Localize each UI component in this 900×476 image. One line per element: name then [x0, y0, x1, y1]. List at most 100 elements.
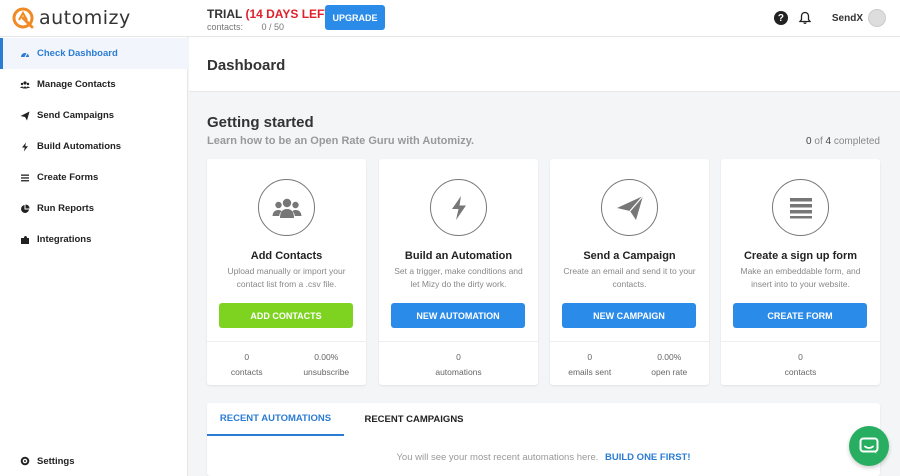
pie-chart-icon	[21, 204, 30, 213]
stat-label: contacts	[784, 367, 817, 377]
stat-label: unsubscribe	[303, 367, 350, 377]
sidebar-item-label: Run Reports	[37, 203, 94, 214]
sidebar-item-integrations[interactable]: Integrations	[0, 224, 188, 255]
progress-total: 4	[825, 136, 832, 147]
logo[interactable]: automizy	[12, 7, 131, 29]
stat-value: 0	[587, 352, 593, 362]
stat-label: automations	[435, 367, 482, 377]
card-create-form: Create a sign up form Make an embeddable…	[721, 159, 880, 385]
getting-started-title: Getting started	[207, 114, 314, 131]
trial-days-left: (14 DAYS LEFT)	[245, 7, 336, 21]
paper-plane-icon	[616, 195, 643, 220]
top-bar: automizy TRIAL (14 DAYS LEFT) contacts: …	[0, 0, 900, 37]
card-title: Create a sign up form	[743, 250, 858, 262]
stat-label: contacts	[230, 367, 263, 377]
card-stats: 0 automations	[379, 341, 538, 385]
trial-line: TRIAL (14 DAYS LEFT)	[207, 7, 336, 21]
tab-recent-automations[interactable]: RECENT AUTOMATIONS	[207, 403, 344, 436]
chat-button[interactable]	[849, 426, 889, 466]
sidebar-item-settings[interactable]: Settings	[0, 446, 188, 476]
sidebar-item-label: Build Automations	[37, 141, 122, 152]
card-title: Send a Campaign	[583, 250, 676, 262]
sidebar: Check Dashboard Manage Contacts Send Cam…	[0, 37, 188, 476]
question-circle-icon[interactable]: ?	[773, 11, 788, 25]
card-icon-circle	[430, 179, 487, 236]
card-title: Build an Automation	[404, 250, 513, 262]
sidebar-item-manage-contacts[interactable]: Manage Contacts	[0, 69, 188, 100]
stat-automations: 0 automations	[379, 342, 538, 385]
main-header: Dashboard	[189, 37, 900, 92]
progress-of: of	[814, 136, 823, 147]
progress-done: 0	[806, 136, 812, 147]
settings-label: Settings	[37, 455, 75, 467]
bolt-icon	[451, 195, 466, 220]
sidebar-item-label: Check Dashboard	[37, 48, 118, 59]
list-icon	[789, 197, 812, 218]
top-right-actions: ? SendX	[773, 9, 886, 27]
stat-emails-sent: 0 emails sent	[550, 342, 630, 385]
contacts-usage: contacts: 0 / 50	[207, 22, 336, 32]
card-stats: 0 contacts	[721, 341, 880, 385]
contacts-usage-count: 0 / 50	[261, 22, 285, 32]
card-icon-circle	[772, 179, 829, 236]
sidebar-item-run-reports[interactable]: Run Reports	[0, 193, 188, 224]
stat-value: 0	[244, 352, 250, 362]
page-title: Dashboard	[207, 57, 286, 74]
sidebar-item-send-campaigns[interactable]: Send Campaigns	[0, 100, 188, 131]
stat-contacts: 0 contacts	[207, 342, 287, 385]
user-name[interactable]: SendX	[832, 13, 863, 24]
logo-text: automizy	[39, 7, 131, 29]
add-contacts-button[interactable]: ADD CONTACTS	[219, 303, 353, 328]
stat-value: 0.00%	[657, 352, 682, 362]
create-form-button[interactable]: CREATE FORM	[733, 303, 867, 328]
stat-open-rate: 0.00% open rate	[630, 342, 710, 385]
stat-value: 0	[456, 352, 461, 362]
card-title: Add Contacts	[250, 250, 323, 262]
tab-recent-campaigns[interactable]: RECENT CAMPAIGNS	[344, 403, 484, 436]
contacts-usage-label: contacts:	[207, 22, 244, 32]
build-one-first-link[interactable]: BUILD ONE FIRST!	[605, 452, 691, 463]
bolt-icon	[22, 142, 28, 151]
new-campaign-button[interactable]: NEW CAMPAIGN	[562, 303, 696, 328]
stat-contacts: 0 contacts	[721, 342, 880, 385]
sidebar-item-check-dashboard[interactable]: Check Dashboard	[0, 38, 188, 69]
card-description: Upload manually or import your contact l…	[227, 266, 346, 289]
list-icon	[21, 174, 29, 181]
card-stats: 0 contacts 0.00% unsubscribe	[207, 341, 366, 385]
empty-state-message: You will see your most recent automation…	[207, 452, 880, 463]
getting-started-progress: 0 of 4 completed	[806, 136, 880, 147]
users-icon	[272, 198, 301, 218]
bell-icon[interactable]	[798, 11, 812, 25]
gear-icon	[20, 456, 30, 466]
trial-status: TRIAL (14 DAYS LEFT) contacts: 0 / 50	[207, 7, 336, 32]
sidebar-item-label: Create Forms	[37, 172, 99, 183]
upgrade-button[interactable]: UPGRADE	[325, 5, 385, 30]
card-icon-circle	[601, 179, 658, 236]
stat-label: emails sent	[568, 367, 612, 377]
card-send-campaign: Send a Campaign Create an email and send…	[550, 159, 709, 385]
stat-value: 0	[798, 352, 803, 362]
stat-label: open rate	[651, 367, 688, 377]
card-description: Set a trigger, make conditions and let M…	[394, 266, 523, 289]
automizy-logo-icon	[12, 7, 34, 29]
getting-started-subtitle: Learn how to be an Open Rate Guru with A…	[207, 135, 475, 147]
chat-icon	[859, 437, 879, 454]
avatar[interactable]	[868, 9, 886, 27]
card-description: Create an email and send it to your cont…	[563, 266, 696, 289]
card-stats: 0 emails sent 0.00% open rate	[550, 341, 709, 385]
puzzle-icon	[21, 235, 29, 244]
trial-label: TRIAL	[207, 7, 243, 21]
sidebar-item-label: Integrations	[37, 234, 92, 245]
progress-suffix: completed	[833, 136, 880, 147]
new-automation-button[interactable]: NEW AUTOMATION	[391, 303, 525, 328]
sidebar-item-build-automations[interactable]: Build Automations	[0, 131, 188, 162]
card-add-contacts: Add Contacts Upload manually or import y…	[207, 159, 366, 385]
sidebar-item-label: Send Campaigns	[37, 110, 115, 121]
sidebar-item-create-forms[interactable]: Create Forms	[0, 162, 188, 193]
recent-panel: RECENT AUTOMATIONS RECENT CAMPAIGNS You …	[207, 403, 880, 476]
card-icon-circle	[258, 179, 315, 236]
sidebar-item-label: Manage Contacts	[37, 79, 116, 90]
empty-state-text: You will see your most recent automation…	[396, 452, 599, 463]
card-build-automation: Build an Automation Set a trigger, make …	[379, 159, 538, 385]
card-description: Make an embeddable form, and insert into…	[740, 266, 861, 289]
